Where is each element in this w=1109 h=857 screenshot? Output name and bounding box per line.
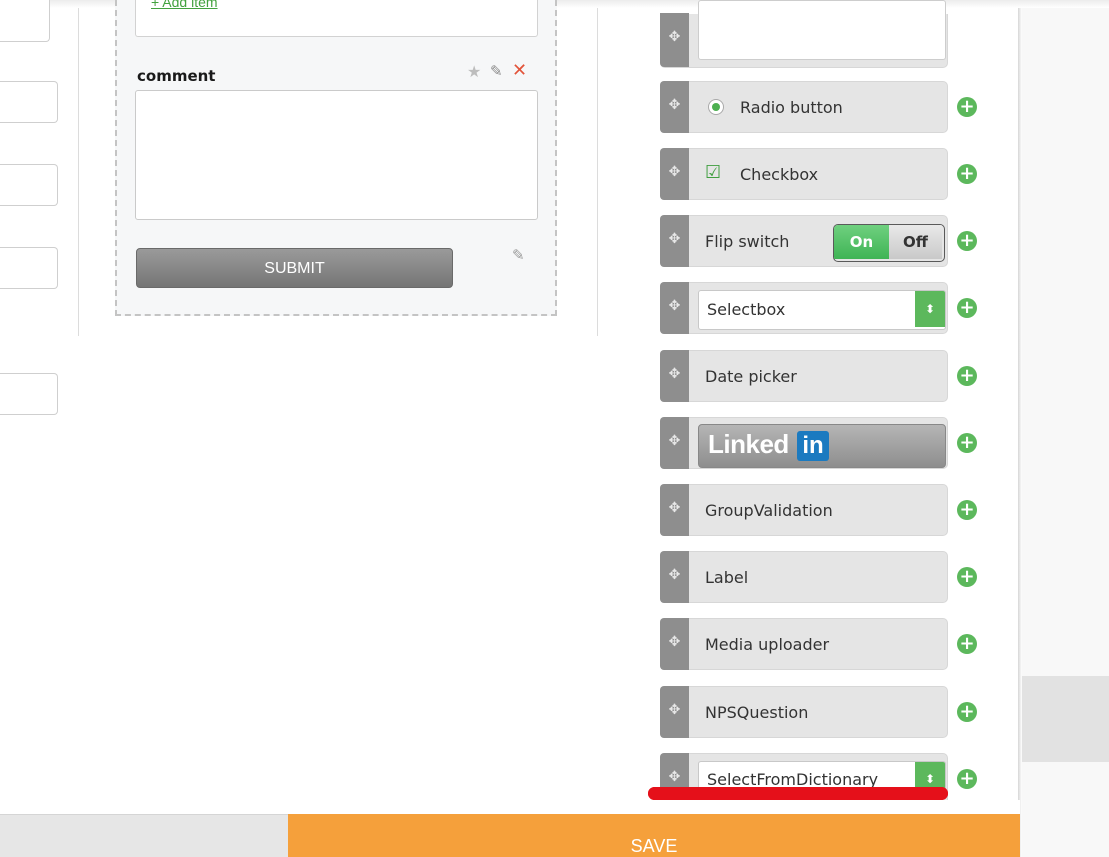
flip-switch[interactable]: On Off <box>833 224 945 262</box>
pencil-icon[interactable]: ✎ <box>490 62 503 80</box>
palette-item-linkedin[interactable]: Linked in <box>660 417 948 469</box>
palette-item-date-picker[interactable]: Date picker <box>660 350 948 402</box>
palette-item-media-uploader[interactable]: Media uploader <box>660 618 948 670</box>
selectbox-value: Selectbox <box>707 300 786 319</box>
palette-item-selectbox[interactable]: Selectbox ⬍ <box>660 282 948 334</box>
annotation-underline <box>648 787 948 800</box>
footer-spacer <box>0 800 1020 814</box>
delete-icon[interactable]: ✕ <box>512 60 527 81</box>
palette-label: NPSQuestion <box>705 703 809 722</box>
textarea-preview <box>698 0 946 60</box>
palette-label: Flip switch <box>705 232 790 251</box>
check-icon: ☑ <box>705 162 722 183</box>
palette-item-radio[interactable]: Radio button <box>660 81 948 133</box>
palette-label: GroupValidation <box>705 501 833 520</box>
add-icon[interactable]: + <box>957 702 977 722</box>
add-icon[interactable]: + <box>957 433 977 453</box>
add-icon[interactable]: + <box>957 97 977 117</box>
save-button[interactable]: SAVE <box>288 814 1020 857</box>
move-handle-icon[interactable] <box>660 13 689 67</box>
palette-item-flip-switch[interactable]: Flip switch On Off <box>660 215 948 267</box>
move-handle-icon[interactable] <box>660 686 689 738</box>
add-icon[interactable]: + <box>957 298 977 318</box>
flip-off[interactable]: Off <box>889 225 942 259</box>
move-handle-icon[interactable] <box>660 484 689 536</box>
footer-left <box>0 814 288 857</box>
move-handle-icon[interactable] <box>660 551 689 603</box>
left-input-stub[interactable] <box>0 247 58 289</box>
selectbox-preview[interactable]: Selectbox ⬍ <box>698 290 946 330</box>
add-icon[interactable]: + <box>957 769 977 789</box>
submit-button[interactable]: SUBMIT <box>136 248 453 288</box>
column-divider <box>597 8 598 336</box>
linkedin-logo-text: Linked <box>708 429 789 459</box>
left-input-stub[interactable] <box>0 164 58 206</box>
move-handle-icon[interactable] <box>660 618 689 670</box>
flip-on[interactable]: On <box>834 225 889 259</box>
move-handle-icon[interactable] <box>660 148 689 200</box>
star-icon[interactable]: ★ <box>467 62 481 81</box>
palette-label: Media uploader <box>705 635 830 654</box>
palette-label: Label <box>705 568 749 587</box>
panel-shadow <box>1018 0 1022 857</box>
palette-label: Checkbox <box>740 165 819 184</box>
chevron-updown-icon[interactable]: ⬍ <box>915 291 945 327</box>
add-icon[interactable]: + <box>957 366 977 386</box>
left-input-stub[interactable] <box>0 81 58 123</box>
palette-label: Date picker <box>705 367 797 386</box>
left-input-stub[interactable] <box>0 0 50 42</box>
palette-item-textarea[interactable] <box>660 0 948 68</box>
add-icon[interactable]: + <box>957 231 977 251</box>
palette-label: Radio button <box>740 98 843 117</box>
move-handle-icon[interactable] <box>660 215 689 267</box>
move-handle-icon[interactable] <box>660 350 689 402</box>
right-gray-panel <box>1020 676 1109 762</box>
linkedin-button[interactable]: Linked in <box>698 424 946 468</box>
pencil-icon[interactable]: ✎ <box>512 246 525 264</box>
add-item-link[interactable]: + Add item <box>151 0 218 10</box>
add-icon[interactable]: + <box>957 567 977 587</box>
add-icon[interactable]: + <box>957 164 977 184</box>
palette-item-checkbox[interactable]: ☑ Checkbox <box>660 148 948 200</box>
comment-field-label: comment <box>137 67 216 85</box>
linkedin-in-logo: in <box>797 431 829 461</box>
move-handle-icon[interactable] <box>660 417 689 469</box>
add-icon[interactable]: + <box>957 500 977 520</box>
comment-textarea[interactable] <box>135 90 538 220</box>
move-handle-icon[interactable] <box>660 282 689 334</box>
palette-item-label[interactable]: Label <box>660 551 948 603</box>
left-input-stub[interactable] <box>0 373 58 415</box>
add-item-box: + Add item <box>135 0 538 37</box>
radio-icon <box>708 99 724 115</box>
palette-item-nps-question[interactable]: NPSQuestion <box>660 686 948 738</box>
palette-item-group-validation[interactable]: GroupValidation <box>660 484 948 536</box>
column-divider <box>78 8 79 336</box>
add-icon[interactable]: + <box>957 634 977 654</box>
move-handle-icon[interactable] <box>660 81 689 133</box>
